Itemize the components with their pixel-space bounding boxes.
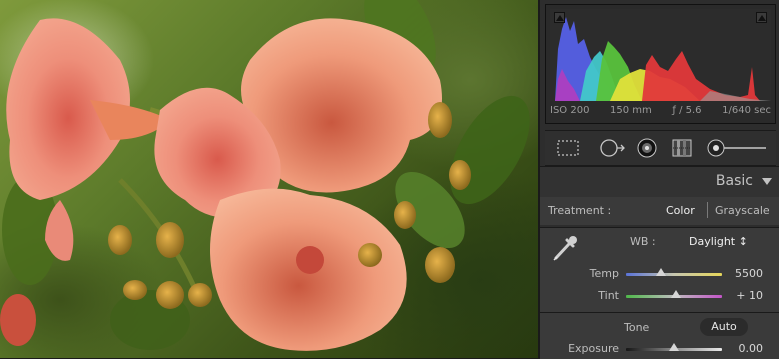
tool-strip	[545, 130, 776, 166]
spot-removal-icon	[600, 139, 625, 157]
collapse-triangle-icon[interactable]	[762, 178, 772, 185]
treatment-grayscale-option[interactable]: Grayscale	[715, 204, 770, 217]
exposure-value[interactable]: 0.00	[739, 342, 764, 355]
focal-length-value: 150 mm	[610, 105, 652, 116]
tint-slider-row: Tint + 10	[540, 287, 779, 305]
flower-photo	[0, 0, 530, 351]
exif-info-row: ISO 200 150 mm ƒ / 5.6 1/640 sec	[550, 105, 771, 116]
exposure-slider-row: Exposure 0.00	[540, 340, 779, 358]
treatment-color-option[interactable]: Color	[666, 204, 695, 217]
tint-slider-thumb[interactable]	[670, 290, 681, 298]
red-eye-tool[interactable]	[635, 137, 659, 159]
eyedropper-icon[interactable]	[550, 232, 580, 264]
histogram-graph	[555, 17, 771, 101]
temp-slider-thumb[interactable]	[655, 268, 666, 276]
aperture-value: ƒ / 5.6	[672, 105, 702, 116]
spot-removal-tool[interactable]	[597, 137, 627, 159]
highlight-clipping-toggle[interactable]	[756, 12, 767, 23]
treatment-row: Treatment : Color Grayscale	[540, 197, 779, 225]
graduated-filter-tool[interactable]	[669, 137, 695, 159]
treatment-divider	[707, 202, 708, 218]
shutter-value: 1/640 sec	[722, 105, 771, 116]
basic-panel-header[interactable]: Basic	[540, 166, 779, 198]
wb-dropdown[interactable]: Daylight ↕	[689, 235, 748, 248]
white-balance-section: WB : Daylight ↕ Temp 5500 Tint + 10	[540, 227, 779, 312]
tone-section: Tone Auto Exposure 0.00	[540, 312, 779, 359]
crop-overlay-tool[interactable]	[555, 137, 581, 159]
adjustment-brush-tool[interactable]	[705, 137, 769, 159]
triangle-up-icon	[757, 15, 766, 21]
adjustment-brush-icon	[707, 139, 766, 157]
temp-slider-track[interactable]	[626, 273, 722, 276]
auto-tone-button[interactable]: Auto	[700, 318, 748, 336]
photo-preview[interactable]	[0, 0, 538, 358]
shadow-clipping-toggle[interactable]	[554, 12, 565, 23]
exposure-label: Exposure	[568, 342, 619, 355]
exposure-slider-thumb[interactable]	[669, 343, 679, 351]
develop-right-panel: ISO 200 150 mm ƒ / 5.6 1/640 sec Basic T…	[538, 0, 779, 359]
temp-value[interactable]: 5500	[735, 267, 763, 280]
tint-label: Tint	[598, 289, 619, 302]
temp-slider-row: Temp 5500	[540, 265, 779, 283]
wb-label: WB :	[630, 235, 656, 248]
histogram-panel: ISO 200 150 mm ƒ / 5.6 1/640 sec	[545, 4, 776, 124]
graduated-filter-icon	[672, 139, 692, 157]
treatment-label: Treatment :	[548, 204, 612, 217]
tint-value[interactable]: + 10	[736, 289, 763, 302]
crop-icon	[557, 140, 579, 156]
red-eye-icon	[637, 138, 657, 158]
histogram[interactable]	[550, 9, 771, 101]
tone-label: Tone	[624, 321, 650, 334]
temp-label: Temp	[589, 267, 619, 280]
triangle-up-icon	[555, 15, 564, 21]
basic-panel-title: Basic	[715, 173, 753, 189]
iso-value: ISO 200	[550, 105, 590, 116]
